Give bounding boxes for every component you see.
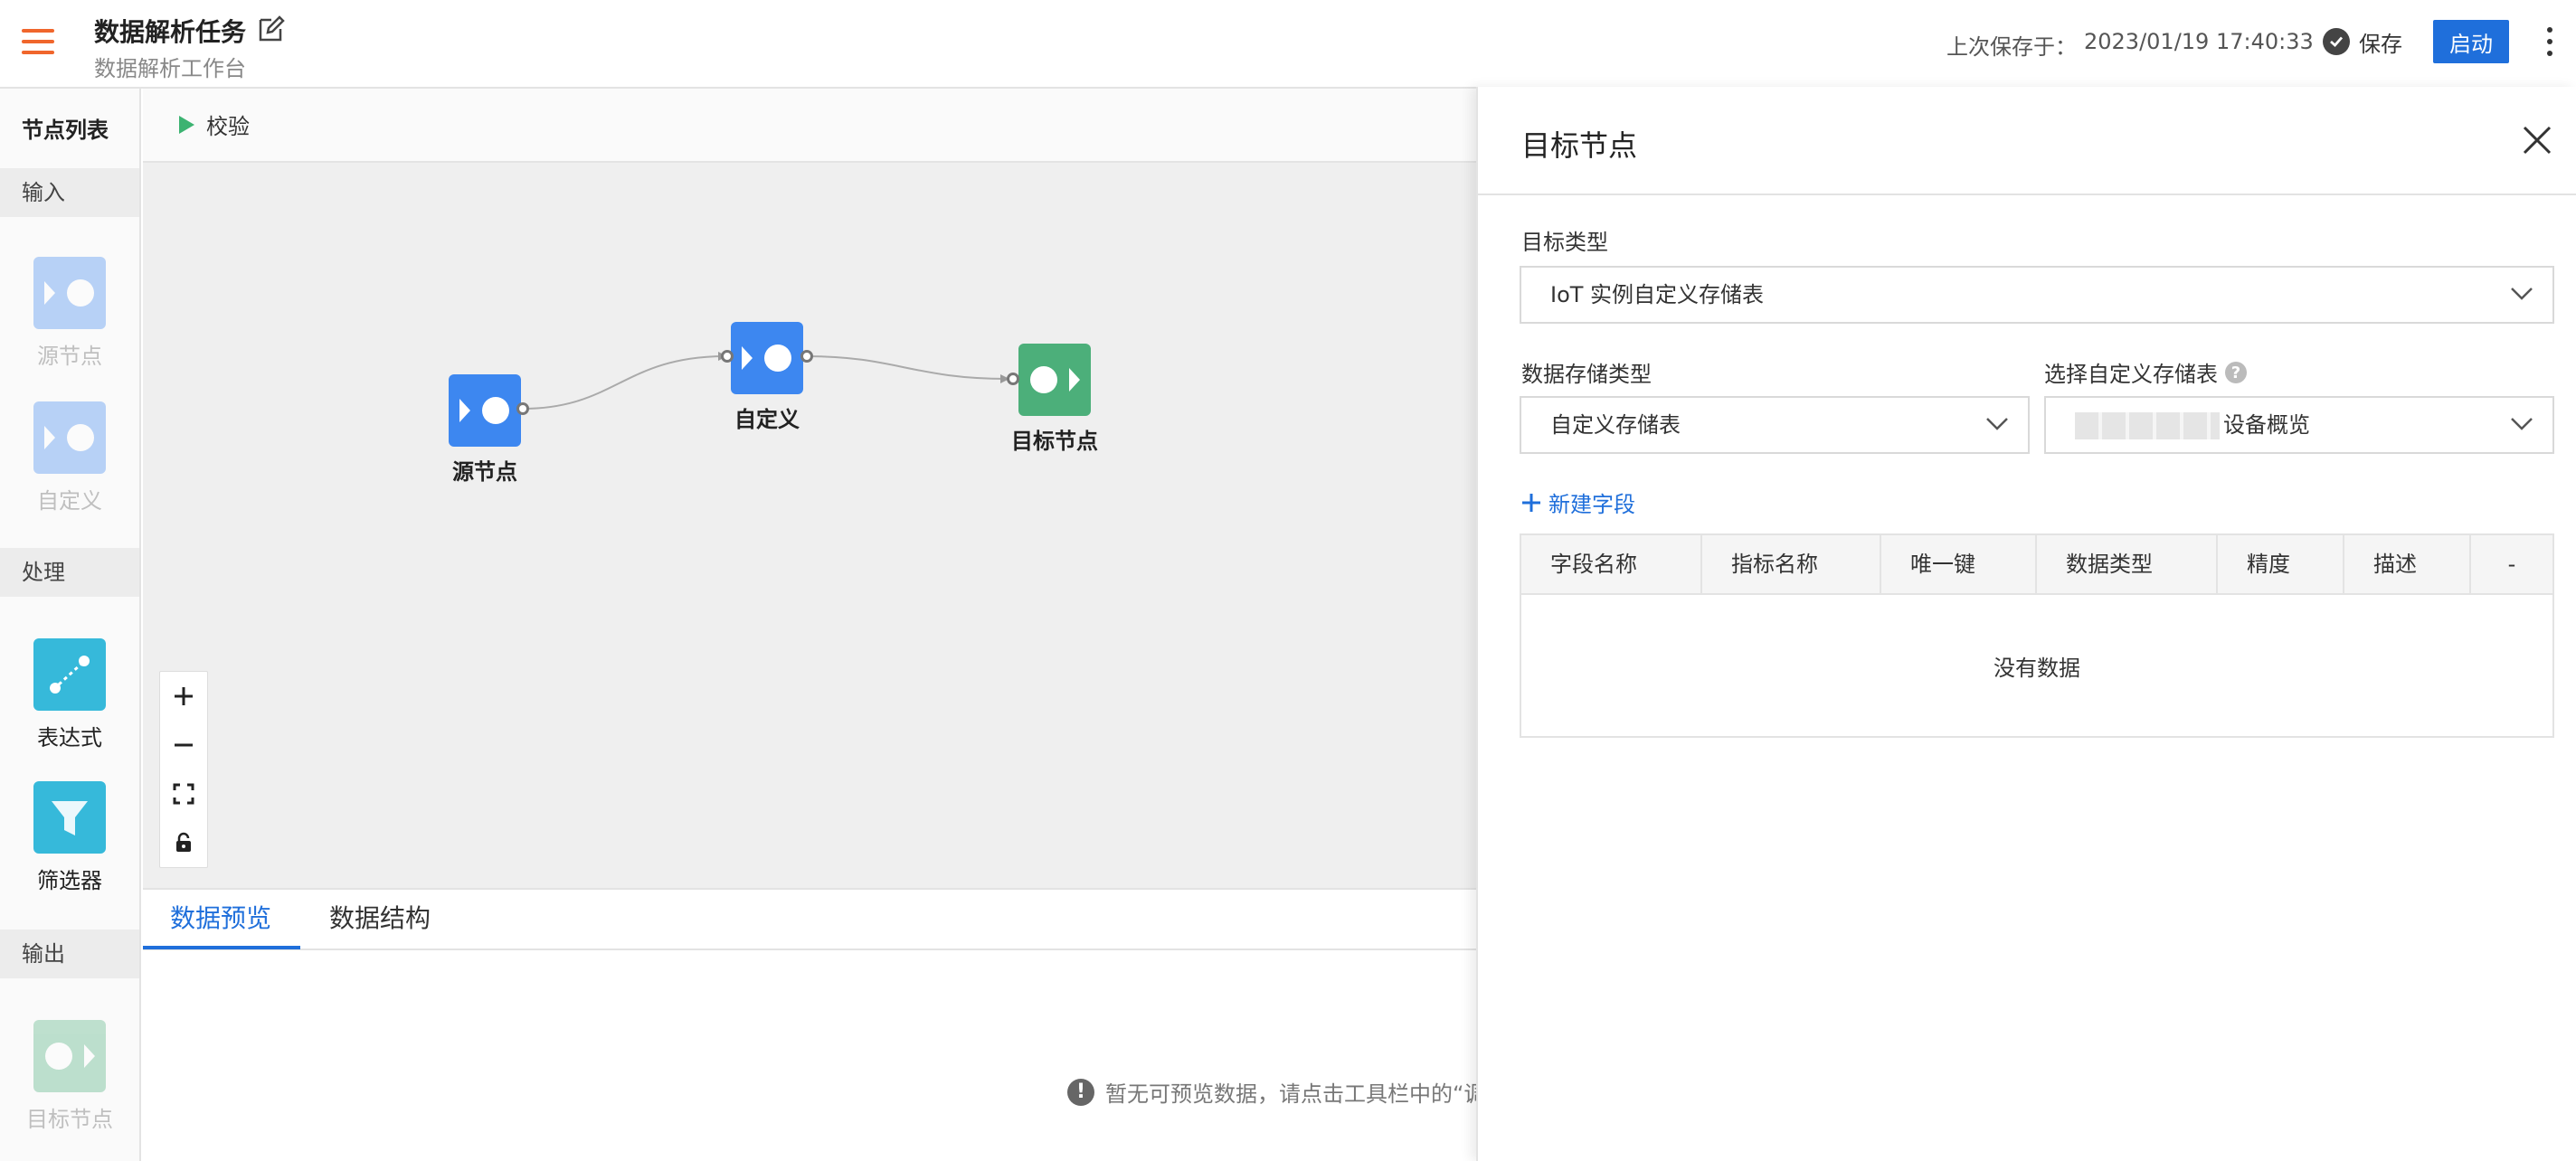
canvas-node-target[interactable]: 目标节点 (1011, 344, 1098, 455)
input-port[interactable] (1007, 373, 1019, 385)
lock-icon[interactable] (160, 818, 207, 867)
help-icon[interactable]: ? (2225, 362, 2247, 383)
new-field-button[interactable]: 新建字段 (1521, 486, 1635, 518)
start-button[interactable]: 启动 (2433, 20, 2509, 63)
redacted-text (2075, 412, 2220, 439)
tab-data-structure[interactable]: 数据结构 (329, 888, 431, 949)
drawer-title: 目标节点 (1521, 128, 1638, 163)
chevron-down-icon (1986, 418, 2008, 430)
input-port[interactable] (721, 350, 734, 363)
output-port[interactable] (800, 350, 813, 363)
custom-table-select[interactable]: 设备概览 (2044, 396, 2554, 454)
column-header: 字段名称 (1521, 535, 1702, 593)
column-header: 唯一键 (1881, 535, 2037, 593)
custom-node-icon (731, 322, 803, 394)
table-empty: 没有数据 (1994, 655, 2080, 681)
drawer-divider (1478, 194, 2576, 195)
fit-view-icon[interactable] (160, 769, 207, 818)
tab-divider (143, 949, 1476, 950)
canvas-node-custom[interactable]: 自定义 (731, 322, 803, 433)
chevron-down-icon (2511, 418, 2533, 430)
zoom-controls (159, 671, 208, 868)
zoom-in-icon[interactable] (160, 672, 207, 721)
field-table: 字段名称 指标名称 唯一键 数据类型 精度 描述 - 没有数据 (1520, 533, 2554, 738)
exclamation-icon: ! (1067, 1078, 1094, 1106)
storage-type-select[interactable]: 自定义存储表 (1520, 396, 2030, 454)
storage-type-value: 自定义存储表 (1550, 412, 1681, 438)
new-field-label: 新建字段 (1548, 492, 1635, 517)
zoom-out-icon[interactable] (160, 721, 207, 769)
canvas-node-source[interactable]: 源节点 (449, 374, 521, 486)
save-button-label: 保存 (2359, 31, 2402, 57)
section-output: 输出 (0, 930, 139, 978)
table-header: 字段名称 指标名称 唯一键 数据类型 精度 描述 - (1521, 535, 2552, 595)
last-saved-time: 2023/01/19 17:40:33 (2084, 29, 2314, 54)
column-header: - (2507, 552, 2516, 577)
active-tab-indicator (143, 946, 300, 949)
more-vertical-icon[interactable] (2547, 27, 2554, 58)
check-circle-icon (2323, 28, 2350, 55)
canvas-node-label-target: 目标节点 (1011, 429, 1098, 454)
empty-preview-hint: ! 暂无可预览数据，请点击工具栏中的“调 (1067, 1076, 1485, 1108)
close-icon[interactable] (2522, 125, 2552, 156)
target-node-icon (1018, 344, 1091, 416)
palette-item-target[interactable]: 目标节点 (0, 1020, 139, 1133)
last-saved-label: 上次保存于： (1946, 34, 2077, 60)
target-type-value: IoT 实例自定义存储表 (1550, 282, 1765, 307)
output-port[interactable] (516, 402, 529, 415)
plus-icon (1522, 493, 1540, 512)
save-button[interactable]: 保存 (2323, 25, 2402, 58)
target-node-icon (33, 1020, 106, 1092)
storage-type-label: 数据存储类型 (1521, 362, 1652, 387)
column-header: 描述 (2344, 535, 2471, 593)
tab-data-preview[interactable]: 数据预览 (170, 888, 271, 949)
canvas-node-label-custom: 自定义 (734, 407, 800, 432)
chevron-down-icon (2511, 288, 2533, 300)
empty-preview-text: 暂无可预览数据，请点击工具栏中的“调 (1105, 1081, 1486, 1107)
custom-table-value: 设备概览 (2223, 412, 2310, 438)
column-header: 数据类型 (2037, 535, 2218, 593)
column-header: 指标名称 (1702, 535, 1881, 593)
flow-connections (522, 352, 1009, 410)
target-type-select[interactable]: IoT 实例自定义存储表 (1520, 266, 2554, 324)
canvas-node-label-source: 源节点 (452, 459, 517, 485)
target-type-label: 目标类型 (1521, 230, 1608, 255)
column-header: 精度 (2218, 535, 2344, 593)
source-node-icon (449, 374, 521, 447)
palette-label-target: 目标节点 (26, 1107, 113, 1132)
custom-table-label: 选择自定义存储表 (2044, 362, 2218, 387)
